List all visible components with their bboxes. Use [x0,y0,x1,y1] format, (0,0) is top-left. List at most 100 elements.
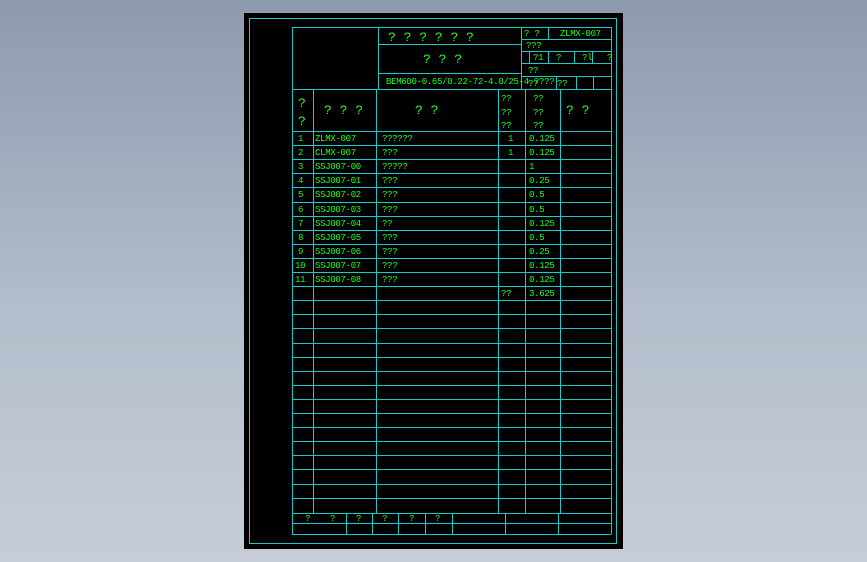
title-cell-line [548,27,549,39]
row-line [292,370,611,372]
footer-signature-label: ? [330,514,336,524]
row-line [292,173,611,175]
part-code: SSJ007-00 [315,162,361,173]
row-line [292,201,611,203]
table-border-bottom [292,534,611,535]
title-cell-text: ? ? [524,29,540,39]
row-line [292,427,611,429]
part-code: CLMX-007 [315,148,356,159]
row-line [292,455,611,457]
part-name: ??? [382,148,398,159]
title-cell-line [548,51,549,63]
header-weight: ?? [533,94,544,104]
row-number: 10 [295,260,306,271]
header-qty: ?? [501,121,512,131]
footer-cell-line [452,513,453,534]
row-number: 7 [298,218,304,229]
part-qty: 1 [508,148,514,159]
part-code: SSJ007-03 [315,204,361,215]
part-weight: 0.5 [529,232,545,243]
title-cell-text: ? [607,53,613,63]
row-line [292,286,611,288]
part-name: ?????? [382,134,413,144]
header-seq: ? [298,114,306,129]
row-line [292,441,611,443]
part-weight: 0.5 [529,204,545,215]
title-cell-text: ? [556,53,562,63]
row-number: 6 [298,204,304,215]
part-weight: 1 [529,162,535,173]
title-cell-text: ??? [526,41,542,51]
header-weight: ?? [533,121,544,131]
row-line [292,413,611,414]
part-weight: 0.25 [529,176,550,187]
part-name: ??? [382,204,398,215]
row-line [292,257,611,259]
part-weight: 0.125 [529,275,555,285]
row-line [292,272,611,273]
footer-signature-label: ? [409,514,415,524]
part-name: ??? [382,190,398,201]
footer-cell-line [558,513,559,534]
row-line [292,328,611,330]
part-name: ??? [382,275,398,285]
title-cell-text: ?1 [533,53,544,63]
footer-cell-line [505,513,506,534]
row-number: 8 [298,232,304,243]
part-weight: 0.5 [529,190,545,201]
header-seq: ? [298,96,306,111]
footer-cell-line [398,513,399,534]
row-number: 5 [298,190,304,201]
footer-signature-label: ? [435,514,441,524]
title-cell-line [593,76,594,89]
part-weight: 0.125 [529,260,555,271]
part-name: ??? [382,246,398,257]
row-line [292,469,611,471]
table-border-left [292,27,293,534]
row-number: 9 [298,246,304,257]
footer-signature-label: ? [356,514,362,524]
part-name: ????? [382,162,408,173]
part-code: SSJ007-08 [315,275,361,285]
title-cell-line [576,76,577,89]
part-code: SSJ007-01 [315,176,361,187]
drawing-title: ? ? ? ? ? ? [388,30,474,45]
part-name: ??? [382,176,398,187]
row-line [292,356,611,358]
row-line [292,314,611,316]
part-code: SSJ007-06 [315,246,361,257]
footer-cell-line [346,513,347,534]
header-qty: ?? [501,108,512,118]
footer-signature-label: ? [382,514,388,524]
row-number: 1 [298,134,304,144]
part-code: SSJ007-07 [315,260,361,271]
part-weight: 0.125 [529,218,555,229]
row-number: 2 [298,148,304,159]
title-cell-text: ?? [557,79,568,89]
header-code: ? ? ? [324,103,364,118]
row-line [292,215,611,217]
row-line [292,229,611,231]
title-cell-text: ?l [582,53,593,63]
header-remark: ? ? [566,103,590,118]
footer-cell-line [372,513,373,534]
header-name: ? ? [415,103,439,118]
row-number: 3 [298,162,304,173]
header-qty: ?? [501,94,512,104]
row-line [292,384,611,386]
part-weight: 0.125 [529,134,555,144]
row-number: 4 [298,176,304,187]
row-line [292,243,611,245]
part-name: ?? [382,218,393,229]
total-value: 3.625 [529,289,555,300]
row-line [292,483,611,485]
row-line [292,342,611,344]
row-line [292,159,611,161]
row-line [292,497,611,499]
title-line [378,73,521,74]
part-code: ZLMX-007 [315,134,356,144]
drawing-subtitle: ? ? ? [423,52,463,67]
title-cell-text: ?? [528,66,539,76]
table-border-right [611,27,612,534]
row-line [292,187,611,189]
